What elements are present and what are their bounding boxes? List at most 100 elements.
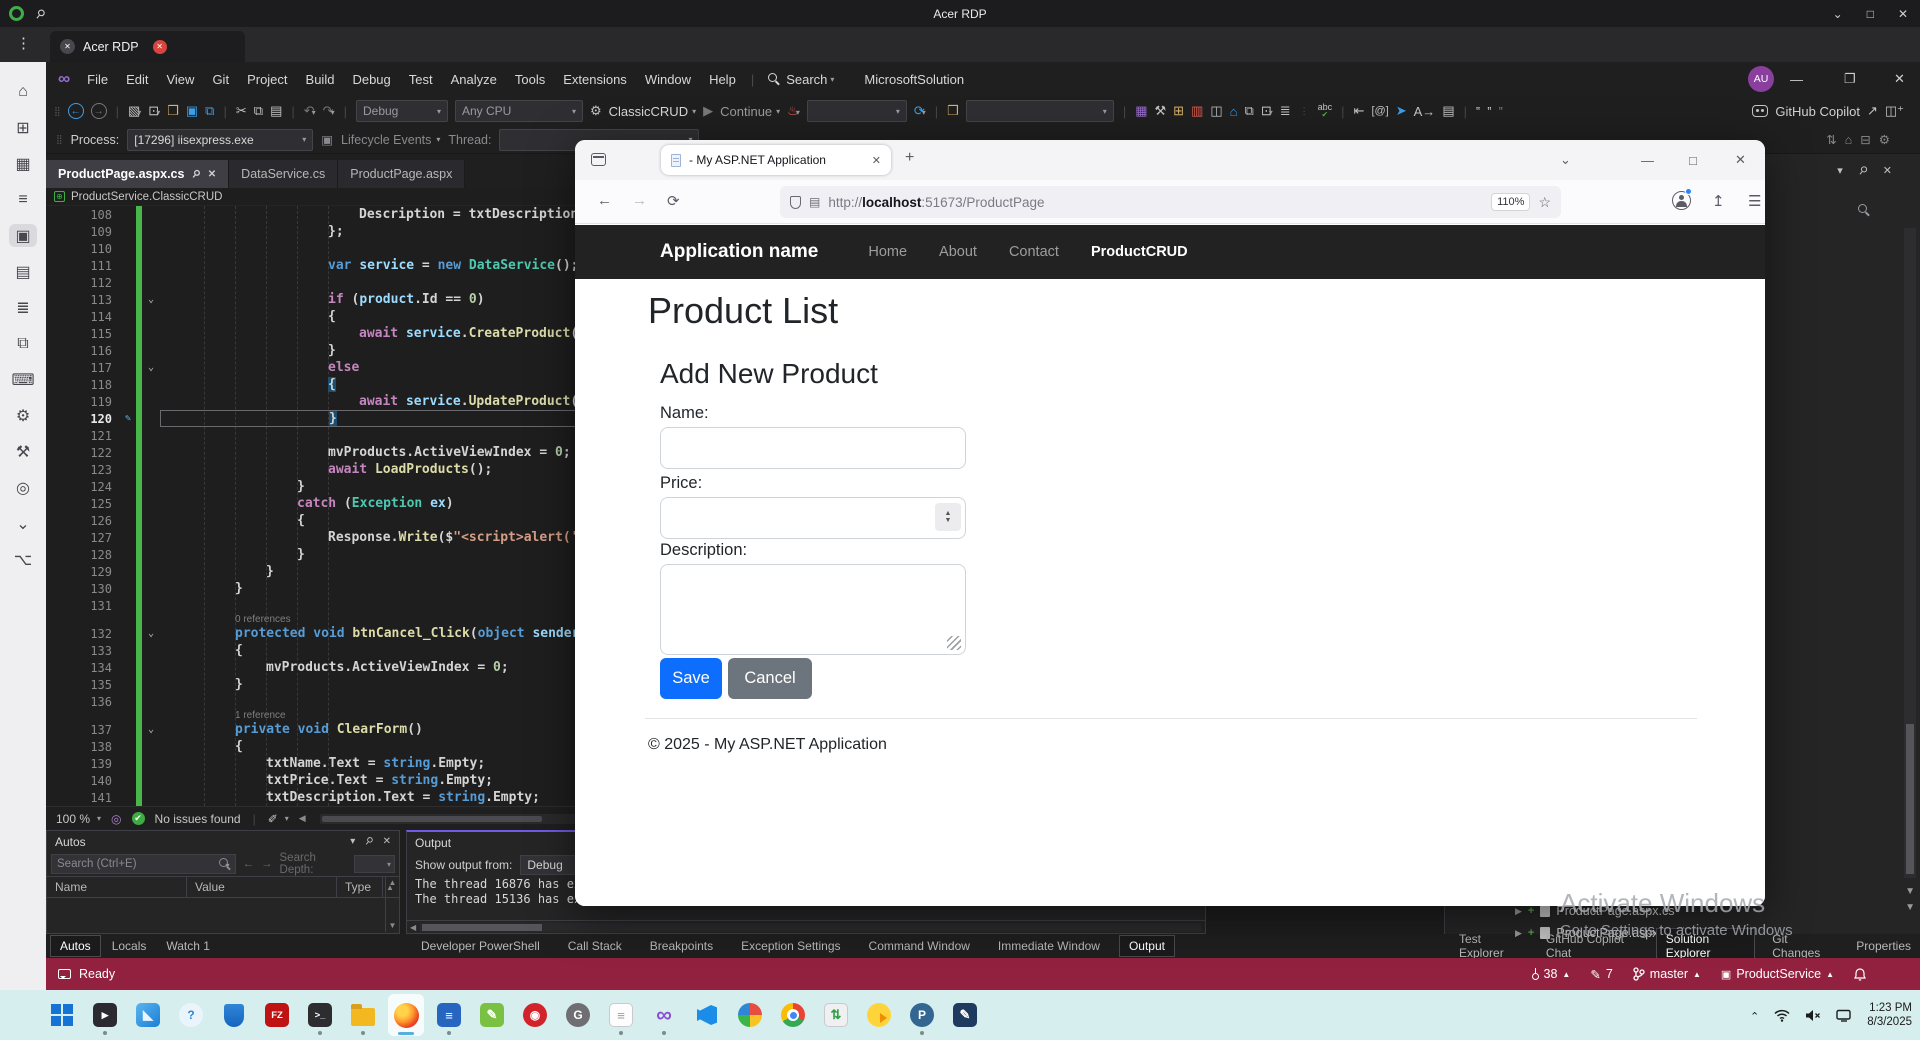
tray-expand-icon[interactable]: ⌄ <box>1750 1009 1759 1022</box>
zoom-indicator[interactable]: 110% <box>1491 193 1531 211</box>
continue-icon[interactable]: ▶ <box>703 103 713 119</box>
tab-properties[interactable]: Properties <box>1847 936 1920 956</box>
menu-help[interactable]: Help <box>700 68 745 91</box>
rdp-close-icon[interactable]: ✕ <box>1898 7 1908 21</box>
autos-vscrollbar[interactable]: ▲ ▼ <box>385 876 399 932</box>
startup-project-dropdown[interactable]: ClassicCRUD <box>609 104 688 119</box>
share-icon[interactable]: ↗ <box>1867 103 1878 119</box>
scroll-down-icon[interactable]: ▼ <box>1905 902 1915 913</box>
taskbar-firefox-icon[interactable] <box>388 994 424 1036</box>
menu-hamburger-icon[interactable]: ☰ <box>1748 192 1761 210</box>
tab-developer-powershell[interactable]: Developer PowerShell <box>412 936 549 956</box>
rdp-session-close-icon[interactable]: ✕ <box>152 39 167 54</box>
analysis-icon[interactable]: ◎ <box>111 812 121 826</box>
bookmark-star-icon[interactable]: ☆ <box>1538 194 1551 211</box>
tab-autos[interactable]: Autos <box>50 935 101 957</box>
list-icon[interactable]: ≡ <box>9 188 37 211</box>
collapse-all-icon[interactable]: ⊟ <box>1860 132 1870 147</box>
add-item-icon[interactable]: ⊡▾ <box>148 103 160 119</box>
nav-link-productcrud[interactable]: ProductCRUD <box>1091 244 1188 260</box>
taskbar-postgres-icon[interactable]: P <box>904 994 940 1036</box>
column-name[interactable]: Name <box>47 877 187 897</box>
menu-test[interactable]: Test <box>400 68 442 91</box>
vs-close-icon[interactable]: ✕ <box>1894 62 1905 96</box>
scroll-left-icon[interactable]: ◀ <box>299 813 306 824</box>
output-hscrollbar[interactable]: ◀ <box>407 920 1205 933</box>
settings-icon[interactable]: ⚙ <box>9 404 37 427</box>
github-copilot-icon[interactable] <box>1752 105 1769 117</box>
menu-git[interactable]: Git <box>203 68 238 91</box>
copy-icon[interactable]: ⧉ <box>9 332 37 355</box>
taskbar-defender-icon[interactable] <box>216 994 252 1036</box>
issues-label[interactable]: No issues found <box>155 812 241 826</box>
browser-close-icon[interactable]: ✕ <box>1735 140 1746 180</box>
close-icon[interactable]: ✕ <box>208 169 216 180</box>
browser-minimize-icon[interactable]: — <box>1641 140 1654 180</box>
taskbar-gimp-icon[interactable]: G <box>560 994 596 1036</box>
browser-maximize-icon[interactable]: □ <box>1689 140 1697 180</box>
navigate-forward-icon[interactable]: → <box>90 103 107 119</box>
doc-tab-ProductPage.aspx.cs[interactable]: ProductPage.aspx.cs ⚲ ✕ <box>46 160 230 188</box>
vs-search[interactable]: Search ▾ <box>760 72 842 87</box>
cleanup-icon[interactable]: ✐ <box>268 812 278 826</box>
panel-pin-icon[interactable]: ⚲ <box>363 835 376 848</box>
fold-icon[interactable]: ⌄ <box>142 724 160 735</box>
column-value[interactable]: Value <box>187 877 337 897</box>
tree-item[interactable]: ▶ + ProductPage.aspx.cs <box>1515 904 1674 918</box>
git-branch[interactable]: master ▲ <box>1633 967 1701 981</box>
taskbar-sharex-icon[interactable] <box>732 994 768 1036</box>
codelens-label[interactable]: 0 references <box>160 614 291 625</box>
taskbar-visual-studio-icon[interactable]: ∞ <box>646 994 682 1036</box>
taskbar-vscode-icon[interactable] <box>689 994 725 1036</box>
rdp-menu-icon[interactable]: ⋮ <box>16 34 31 52</box>
nav-link-home[interactable]: Home <box>868 244 907 260</box>
search-forward-icon[interactable]: → <box>261 858 273 870</box>
spell-check-icon[interactable]: abc ✔ <box>1318 103 1333 119</box>
taskbar-clock[interactable]: 1:23 PM 8/3/2025 <box>1867 1001 1912 1029</box>
record-icon[interactable]: ◎ <box>9 476 37 499</box>
restart-icon[interactable]: ⟳▾ <box>914 103 926 119</box>
panel-close-icon[interactable]: ✕ <box>1883 164 1892 177</box>
taskbar-reader-icon[interactable]: ≡ <box>431 994 467 1036</box>
command-window-icon[interactable]: ⊡▾ <box>1261 103 1273 119</box>
toolbox-icon[interactable]: ▥ <box>1191 103 1203 119</box>
hot-reload-dropdown[interactable]: ▾ <box>806 100 907 122</box>
search-back-icon[interactable]: ← <box>243 858 255 870</box>
doc-tab-ProductPage.aspx[interactable]: ProductPage.aspx <box>338 160 466 188</box>
panel-close-icon[interactable]: ✕ <box>383 836 391 847</box>
continue-label[interactable]: Continue <box>720 104 772 119</box>
menu-build[interactable]: Build <box>297 68 344 91</box>
vs-minimize-icon[interactable]: — <box>1790 62 1803 96</box>
column-type[interactable]: Type <box>337 877 383 897</box>
network-display-icon[interactable] <box>1836 1009 1852 1022</box>
panel-pin-icon[interactable]: ⚲ <box>1855 163 1870 178</box>
tab-watch-1[interactable]: Watch 1 <box>157 936 219 956</box>
list-tabs-icon[interactable]: ⌄ <box>1560 140 1571 180</box>
new-tab-icon[interactable]: + <box>905 149 914 167</box>
browser-tab[interactable]: - My ASP.NET Application ✕ <box>661 145 891 175</box>
taskbar-media-player-icon[interactable]: ▸ <box>87 994 123 1036</box>
doc-outline-icon[interactable]: ▤ <box>1442 103 1454 119</box>
screenshot-icon[interactable]: ▣ <box>9 224 37 247</box>
tab-locals[interactable]: Locals <box>103 936 156 956</box>
mention-icon[interactable]: [@] <box>1371 105 1388 117</box>
sync-status[interactable]: 38 ▲ <box>1531 967 1570 981</box>
pending-edits[interactable]: ✎ 7 <box>1590 967 1612 982</box>
rdp-maximize-icon[interactable]: □ <box>1867 7 1874 21</box>
redo-icon[interactable]: ↷▾ <box>323 103 335 119</box>
uncomment-icon[interactable]: ‟ <box>1487 104 1491 119</box>
taskbar-photos-icon[interactable]: ◣ <box>130 994 166 1036</box>
find-dropdown[interactable]: ▾ <box>965 100 1114 122</box>
taskbar-terminal-icon[interactable]: >_ <box>302 994 338 1036</box>
firefox-view-icon[interactable] <box>591 153 606 166</box>
tab-immediate-window[interactable]: Immediate Window <box>989 936 1109 956</box>
quote-icon[interactable]: ‟ <box>1499 104 1503 119</box>
doc-tab-DataService.cs[interactable]: DataService.cs <box>229 160 339 188</box>
save-button[interactable]: Save <box>660 658 722 699</box>
caret-icon[interactable]: ▶ <box>1515 906 1522 917</box>
taskbar-chrome-icon[interactable] <box>775 994 811 1036</box>
branch-icon[interactable]: ⌥ <box>9 548 37 571</box>
menu-tools[interactable]: Tools <box>506 68 554 91</box>
paste-icon[interactable]: ▤ <box>270 103 282 119</box>
home-icon[interactable]: ⌂ <box>1845 133 1853 147</box>
